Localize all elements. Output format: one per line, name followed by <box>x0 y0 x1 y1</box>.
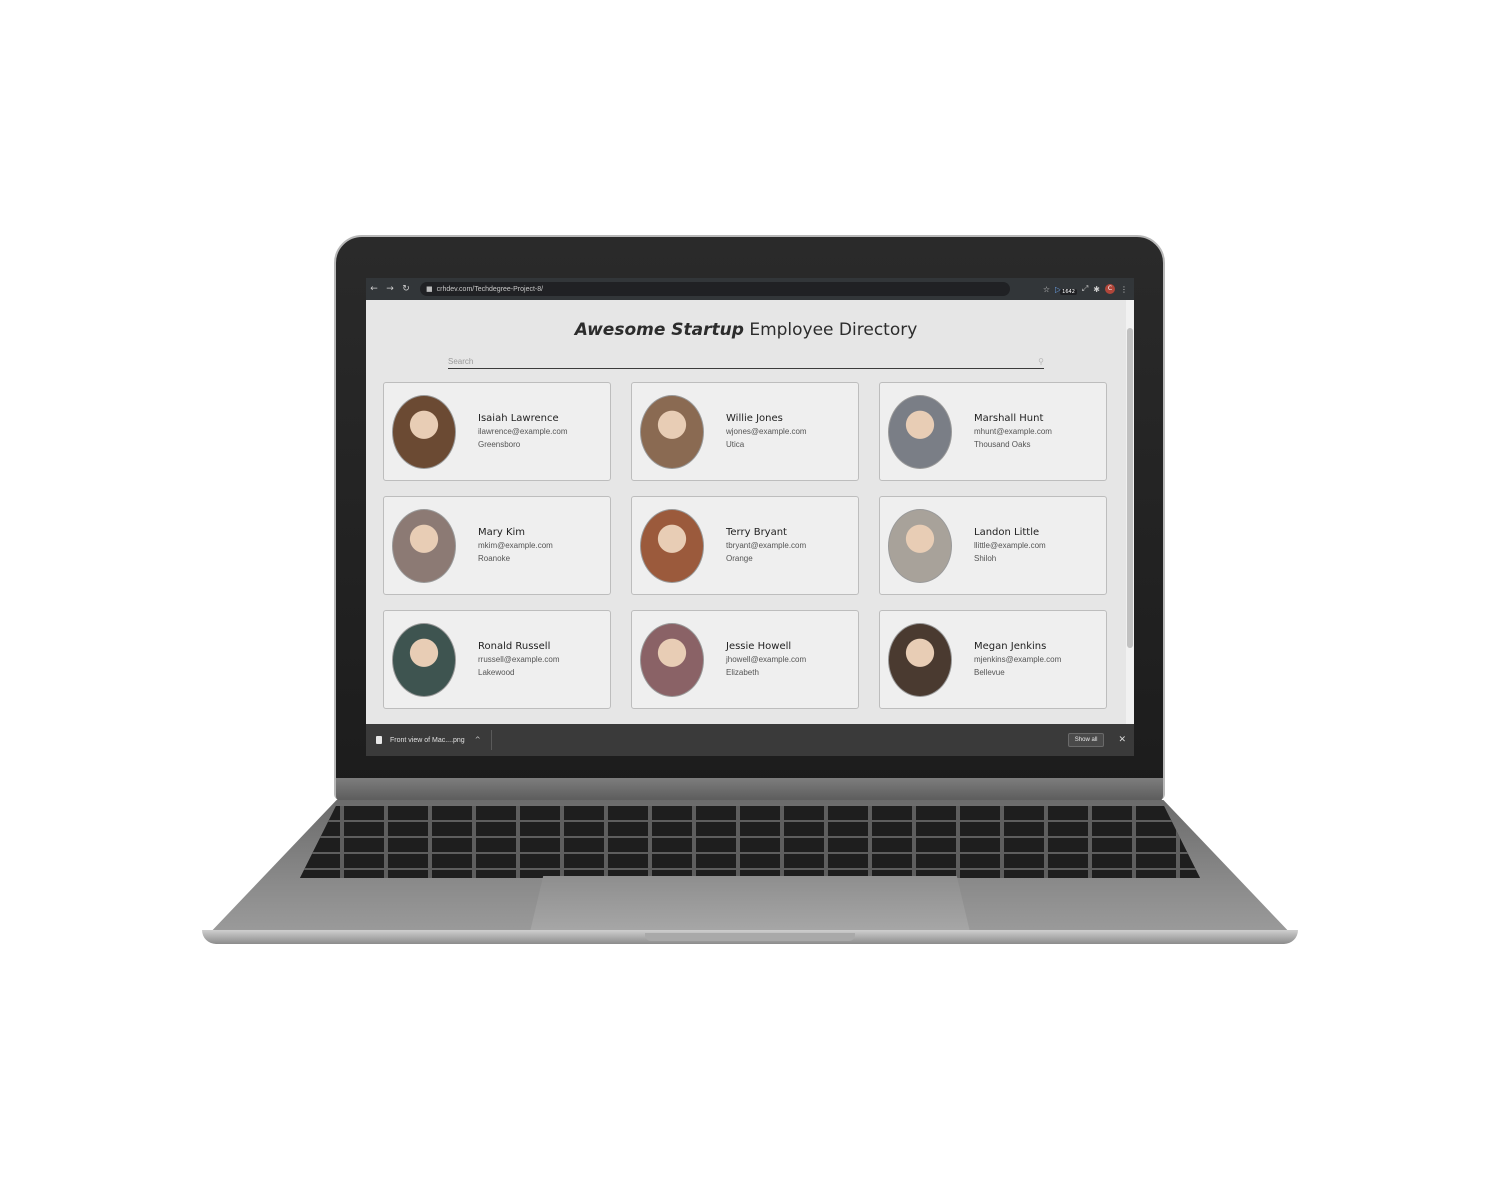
chevron-up-icon[interactable]: ^ <box>475 736 481 744</box>
laptop-trackpad <box>530 876 970 932</box>
employee-city: Utica <box>726 440 745 449</box>
employee-photo <box>640 394 704 469</box>
employee-city: Bellevue <box>974 668 1005 677</box>
employee-info: Marshall Hunt mhunt@example.com Thousand… <box>974 412 1052 451</box>
lock-icon: ■ <box>426 285 433 293</box>
employee-email: mjenkins@example.com <box>974 655 1062 664</box>
employee-photo <box>392 394 456 469</box>
puzzle-icon[interactable]: ✱ <box>1093 285 1100 294</box>
employee-photo <box>888 508 952 583</box>
employee-email: mhunt@example.com <box>974 427 1052 436</box>
employee-info: Landon Little llittle@example.com Shiloh <box>974 526 1046 565</box>
employee-name: Ronald Russell <box>478 641 551 652</box>
employee-email: llittle@example.com <box>974 541 1046 550</box>
browser-toolbar: ← → ↻ ■ crhdev.com/Techdegree-Project-8/… <box>366 278 1134 300</box>
file-icon <box>376 736 382 744</box>
employee-card[interactable]: Terry Bryant tbryant@example.com Orange <box>631 496 859 595</box>
laptop-screen: ← → ↻ ■ crhdev.com/Techdegree-Project-8/… <box>366 278 1134 756</box>
download-file-name[interactable]: Front view of Mac....png <box>390 737 465 744</box>
scrollbar-thumb[interactable] <box>1127 328 1133 648</box>
employee-card[interactable]: Ronald Russell rrussell@example.com Lake… <box>383 610 611 709</box>
employee-photo <box>392 508 456 583</box>
url-text: crhdev.com/Techdegree-Project-8/ <box>436 285 544 293</box>
title-brand: Awesome Startup <box>574 320 744 340</box>
employee-email: wjones@example.com <box>726 427 807 436</box>
employee-card[interactable]: Mary Kim mkim@example.com Roanoke <box>383 496 611 595</box>
employee-card[interactable]: Marshall Hunt mhunt@example.com Thousand… <box>879 382 1107 481</box>
employee-name: Megan Jenkins <box>974 641 1047 652</box>
employee-card[interactable]: Landon Little llittle@example.com Shiloh <box>879 496 1107 595</box>
employee-name: Mary Kim <box>478 527 526 538</box>
employee-photo <box>888 394 952 469</box>
back-arrow-icon[interactable]: ← <box>366 284 382 294</box>
employee-info: Ronald Russell rrussell@example.com Lake… <box>478 640 559 679</box>
employee-name: Marshall Hunt <box>974 413 1044 424</box>
employee-card[interactable]: Willie Jones wjones@example.com Utica <box>631 382 859 481</box>
employee-photo <box>392 622 456 697</box>
employee-card[interactable]: Isaiah Lawrence ilawrence@example.com Gr… <box>383 382 611 481</box>
reload-icon[interactable]: ↻ <box>398 284 414 294</box>
employee-photo <box>640 622 704 697</box>
employee-info: Mary Kim mkim@example.com Roanoke <box>478 526 553 565</box>
employee-info: Willie Jones wjones@example.com Utica <box>726 412 807 451</box>
extension-area: ☆ ▷ 1642 ⤢ ✱ C ⋮ <box>1043 283 1134 295</box>
profile-avatar[interactable]: C <box>1105 284 1115 294</box>
employee-city: Greensboro <box>478 440 521 449</box>
title-rest: Employee Directory <box>743 320 918 340</box>
employee-photo <box>640 508 704 583</box>
search-bar: ⚲ <box>448 354 1044 369</box>
employee-info: Jessie Howell jhowell@example.com Elizab… <box>726 640 806 679</box>
star-icon[interactable]: ☆ <box>1043 285 1050 294</box>
employee-name: Terry Bryant <box>726 527 787 538</box>
employee-name: Jessie Howell <box>726 641 792 652</box>
page-title: Awesome Startup Employee Directory <box>366 320 1126 340</box>
employee-photo <box>888 622 952 697</box>
show-all-button[interactable]: Show all <box>1067 733 1105 747</box>
employee-city: Elizabeth <box>726 668 759 677</box>
employee-card[interactable]: Jessie Howell jhowell@example.com Elizab… <box>631 610 859 709</box>
employee-email: tbryant@example.com <box>726 541 807 550</box>
employee-info: Isaiah Lawrence ilawrence@example.com Gr… <box>478 412 568 451</box>
employee-email: ilawrence@example.com <box>478 427 568 436</box>
laptop-hinge <box>336 778 1163 802</box>
employee-info: Terry Bryant tbryant@example.com Orange <box>726 526 806 565</box>
web-page: Awesome Startup Employee Directory ⚲ Isa… <box>366 300 1126 724</box>
employee-card[interactable]: Megan Jenkins mjenkins@example.com Belle… <box>879 610 1107 709</box>
kebab-menu-icon[interactable]: ⋮ <box>1120 285 1128 294</box>
employee-grid: Isaiah Lawrence ilawrence@example.com Gr… <box>383 382 1108 709</box>
search-input[interactable] <box>448 356 1008 366</box>
laptop-notch <box>645 933 855 941</box>
employee-city: Roanoke <box>478 554 511 563</box>
employee-name: Isaiah Lawrence <box>478 413 559 424</box>
download-shelf: Front view of Mac....png ^ Show all ✕ <box>366 724 1134 756</box>
page-scrollbar[interactable] <box>1126 300 1134 724</box>
employee-city: Shiloh <box>974 554 997 563</box>
employee-city: Lakewood <box>478 668 515 677</box>
download-divider <box>490 730 492 750</box>
employee-name: Landon Little <box>974 527 1040 538</box>
employee-email: rrussell@example.com <box>478 655 560 664</box>
search-icon[interactable]: ⚲ <box>1038 357 1044 366</box>
employee-email: mkim@example.com <box>478 541 553 550</box>
employee-name: Willie Jones <box>726 413 783 424</box>
forward-arrow-icon[interactable]: → <box>382 284 398 294</box>
employee-city: Thousand Oaks <box>974 440 1031 449</box>
extension-icon[interactable]: ⤢ <box>1082 284 1088 294</box>
employee-email: jhowell@example.com <box>726 655 807 664</box>
keyboard-rows <box>300 806 1200 878</box>
extension-badge: 1642 <box>1060 289 1077 295</box>
close-icon[interactable]: ✕ <box>1118 735 1126 745</box>
employee-city: Orange <box>726 554 753 563</box>
address-bar[interactable]: ■ crhdev.com/Techdegree-Project-8/ <box>420 282 1010 296</box>
employee-info: Megan Jenkins mjenkins@example.com Belle… <box>974 640 1061 679</box>
